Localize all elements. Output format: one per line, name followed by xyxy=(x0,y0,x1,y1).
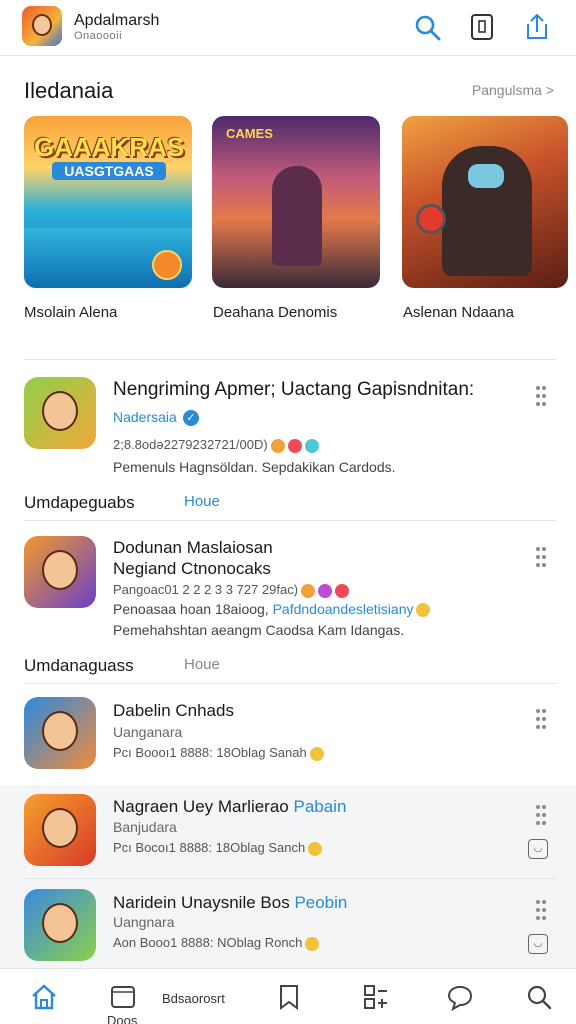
developer-name[interactable]: Banjudara xyxy=(113,819,177,835)
divider xyxy=(24,359,556,360)
developer-name[interactable]: Uangnara xyxy=(113,914,175,930)
divider xyxy=(24,878,556,879)
featured-tile-1[interactable]: GAAAKRAS UASGTGAAS xyxy=(24,116,192,288)
more-options-icon[interactable] xyxy=(536,707,548,729)
game-icon[interactable] xyxy=(24,697,96,769)
tab-label[interactable]: Bdsaorosrt xyxy=(162,991,225,1006)
item-title[interactable]: Nagraen Uey Marlierao Pabain xyxy=(113,797,346,817)
item-meta: Pangoac01 2 2 2 3 3 727 29fac) xyxy=(113,582,350,598)
subhead-link[interactable]: Houe xyxy=(184,656,220,673)
section-title: Iledanaia xyxy=(24,78,114,103)
item-description-line2: Pemehahshtan aeangm Caodsa Kam Idangas. xyxy=(113,622,405,638)
item-meta: Aon Booo1 8888: NOblag Ronch xyxy=(113,935,320,951)
more-options-icon[interactable] xyxy=(536,384,548,406)
item-title[interactable]: Nengriming Apmer; Uactang Gapisndnitan: xyxy=(113,379,474,401)
item-meta: Pcı Bocoı1 8888: 18Oblag Sanch xyxy=(113,840,323,856)
developer-name[interactable]: Nadersaia ✓ xyxy=(113,409,199,427)
app-header: Apdalmarsh Onaoooii xyxy=(0,0,576,56)
search-icon[interactable] xyxy=(525,983,555,1013)
wishlist-icon[interactable]: ◡ xyxy=(528,934,548,954)
featured-caption-3[interactable]: Aslenan Ndaana xyxy=(403,304,514,321)
featured-caption-1[interactable]: Msolain Alena xyxy=(24,304,117,321)
home-icon[interactable] xyxy=(30,983,60,1013)
game-icon[interactable] xyxy=(24,794,96,866)
featured-tile-2[interactable]: CAMES xyxy=(212,116,380,288)
library-icon[interactable] xyxy=(467,12,497,42)
item-meta: 2;8.8odə2279232721/00D) xyxy=(113,437,319,453)
game-tag-art: CAMES xyxy=(226,126,273,141)
game-icon[interactable] xyxy=(24,889,96,961)
more-options-icon[interactable] xyxy=(536,803,548,825)
featured-caption-2[interactable]: Deahana Denomis xyxy=(213,304,337,321)
featured-tile-3[interactable] xyxy=(402,116,568,288)
tab-label[interactable]: Doos xyxy=(107,1013,137,1024)
item-title[interactable]: Dodunan Maslaiosan xyxy=(113,538,273,558)
coin-icon xyxy=(152,250,182,280)
divider xyxy=(24,683,556,684)
game-logo-art: GAAAKRAS UASGTGAAS xyxy=(34,132,185,180)
item-title[interactable]: Dabelin Cnhads xyxy=(113,701,234,721)
more-options-icon[interactable] xyxy=(536,545,548,567)
game-icon[interactable] xyxy=(24,536,96,608)
item-title-line2[interactable]: Negiand Ctnonocaks xyxy=(113,559,271,579)
subhead-label: Umdapeguabs xyxy=(24,493,135,512)
game-icon[interactable] xyxy=(24,377,96,449)
item-meta: Pcı Boooı1 8888: 18Oblag Sanah xyxy=(113,745,324,761)
subhead-link[interactable]: Houe xyxy=(184,493,220,510)
subhead-label: Umdanaguass xyxy=(24,656,134,675)
divider xyxy=(24,520,556,521)
app-title: Apdalmarsh xyxy=(74,12,160,29)
share-icon[interactable] xyxy=(522,12,552,42)
app-subtitle: Onaoooii xyxy=(74,30,123,42)
wishlist-icon[interactable]: ◡ xyxy=(528,839,548,859)
bookmark-icon[interactable] xyxy=(275,983,305,1013)
apps-icon[interactable] xyxy=(362,983,392,1013)
hero-art xyxy=(272,166,322,266)
bottom-navigation: Doos Bdsaorosrt xyxy=(0,968,576,1024)
app-logo-icon[interactable] xyxy=(22,6,62,46)
item-description: Pemenuls Hagnsöldan. Sepdakikan Cardods. xyxy=(113,459,396,475)
search-icon[interactable] xyxy=(412,12,442,42)
item-description: Penoasaa hoan 18aioog, Pafdndoandesletis… xyxy=(113,601,431,618)
verified-icon: ✓ xyxy=(182,410,199,427)
chat-icon[interactable] xyxy=(446,983,476,1013)
more-options-icon[interactable] xyxy=(536,898,548,920)
games-icon[interactable] xyxy=(109,983,139,1013)
item-title[interactable]: Naridein Unaysnile Bos Peobin xyxy=(113,893,347,913)
section-see-all-link[interactable]: Pangulsma > xyxy=(472,82,554,98)
developer-name[interactable]: Uanganara xyxy=(113,724,182,740)
